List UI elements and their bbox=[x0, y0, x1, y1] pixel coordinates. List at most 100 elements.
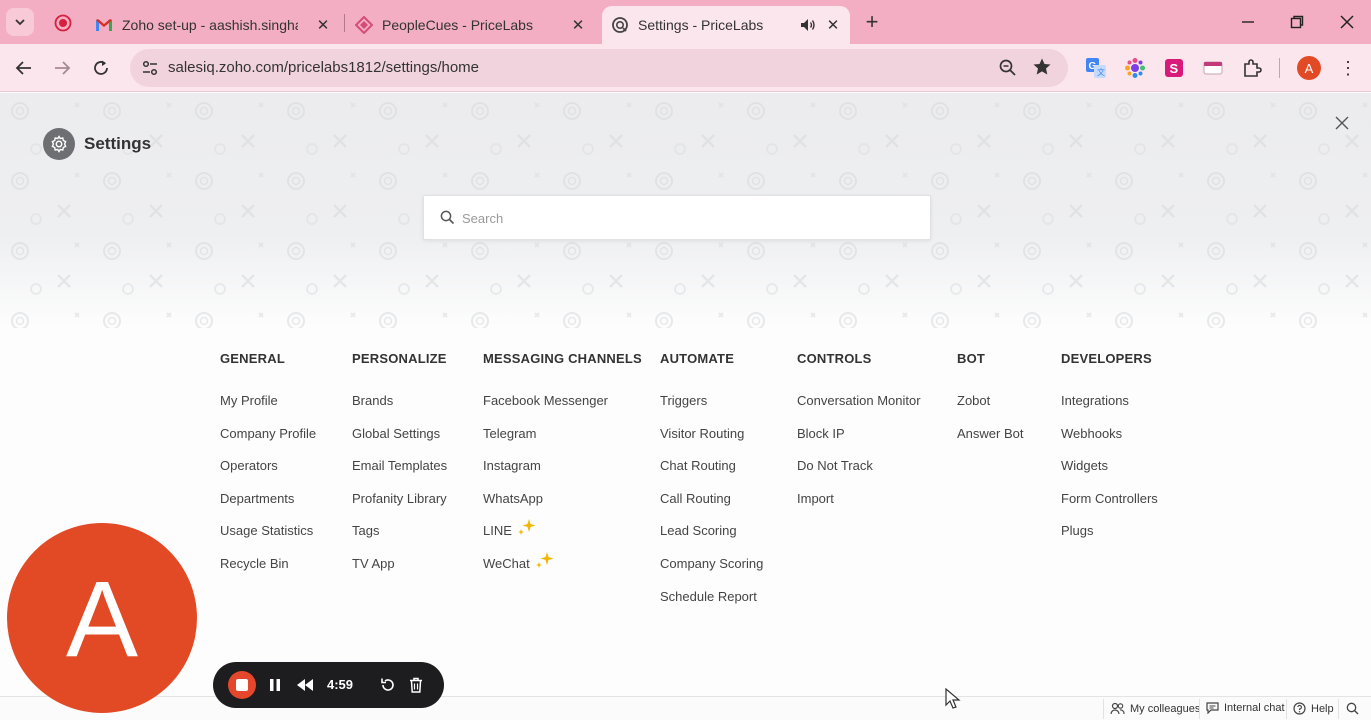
footer-separator bbox=[1199, 699, 1200, 719]
link-recycle-bin[interactable]: Recycle Bin bbox=[220, 556, 316, 589]
link-tags[interactable]: Tags bbox=[352, 523, 447, 556]
link-widgets[interactable]: Widgets bbox=[1061, 458, 1158, 491]
window-close-icon[interactable] bbox=[1335, 10, 1359, 34]
gmail-icon bbox=[94, 15, 114, 35]
link-do-not-track[interactable]: Do Not Track bbox=[797, 458, 921, 491]
link-answer-bot[interactable]: Answer Bot bbox=[957, 426, 1023, 459]
link-email-templates[interactable]: Email Templates bbox=[352, 458, 447, 491]
trash-icon[interactable] bbox=[405, 674, 427, 696]
gear-icon bbox=[43, 128, 75, 160]
bookmark-star-icon[interactable] bbox=[1032, 57, 1052, 82]
svg-text:文: 文 bbox=[1097, 67, 1105, 77]
link-visitor-routing[interactable]: Visitor Routing bbox=[660, 426, 763, 459]
browser-tab-bar: Zoho set-up - aashish.singhal@ ✕ PeopleC… bbox=[0, 0, 1371, 44]
tab-zoho-setup[interactable]: Zoho set-up - aashish.singhal@ ✕ bbox=[94, 6, 340, 44]
link-tv-app[interactable]: TV App bbox=[352, 556, 447, 589]
salesiq-icon bbox=[610, 15, 630, 35]
speaker-icon[interactable] bbox=[798, 15, 818, 35]
link-form-controllers[interactable]: Form Controllers bbox=[1061, 491, 1158, 524]
ticket-extension-icon[interactable] bbox=[1201, 56, 1225, 80]
ai-extension-icon[interactable] bbox=[1123, 56, 1147, 80]
link-profanity-library[interactable]: Profanity Library bbox=[352, 491, 447, 524]
link-block-ip[interactable]: Block IP bbox=[797, 426, 921, 459]
webcam-avatar: A bbox=[7, 523, 197, 713]
link-import[interactable]: Import bbox=[797, 491, 921, 524]
recording-timer: 4:59 bbox=[327, 677, 354, 692]
tab-separator bbox=[344, 14, 345, 32]
translate-extension-icon[interactable]: G文 bbox=[1084, 56, 1108, 80]
rewind-icon[interactable] bbox=[294, 674, 316, 696]
link-company-profile[interactable]: Company Profile bbox=[220, 426, 316, 459]
stop-icon bbox=[236, 679, 248, 691]
stop-recording-button[interactable] bbox=[228, 671, 256, 699]
column-bot: BOT Zobot Answer Bot bbox=[957, 351, 1023, 458]
tab-close-icon[interactable]: ✕ bbox=[313, 15, 333, 35]
footer-separator bbox=[1286, 699, 1287, 719]
link-triggers[interactable]: Triggers bbox=[660, 393, 763, 426]
search-input[interactable] bbox=[462, 207, 902, 229]
sparkle-new-icon bbox=[517, 519, 536, 536]
zoom-magnifier-icon[interactable] bbox=[998, 58, 1018, 83]
link-operators[interactable]: Operators bbox=[220, 458, 316, 491]
link-lead-scoring[interactable]: Lead Scoring bbox=[660, 523, 763, 556]
link-schedule-report[interactable]: Schedule Report bbox=[660, 589, 763, 622]
tab-close-icon[interactable]: ✕ bbox=[823, 15, 843, 35]
footer-separator bbox=[1338, 699, 1339, 719]
browser-menu-icon[interactable]: ⋮ bbox=[1338, 56, 1358, 80]
link-line[interactable]: LINE bbox=[483, 519, 642, 556]
s-extension-icon[interactable]: S bbox=[1162, 56, 1186, 80]
column-heading: AUTOMATE bbox=[660, 351, 735, 366]
link-plugs[interactable]: Plugs bbox=[1061, 523, 1158, 556]
tab-search-dropdown[interactable] bbox=[6, 8, 34, 36]
link-departments[interactable]: Departments bbox=[220, 491, 316, 524]
pause-icon[interactable] bbox=[264, 674, 286, 696]
link-facebook-messenger[interactable]: Facebook Messenger bbox=[483, 393, 642, 426]
tab-close-icon[interactable]: ✕ bbox=[568, 15, 588, 35]
browser-toolbar: salesiq.zoho.com/pricelabs1812/settings/… bbox=[0, 44, 1371, 92]
column-messaging-channels: MESSAGING CHANNELS Facebook Messenger Te… bbox=[483, 351, 642, 589]
link-label: LINE bbox=[483, 523, 512, 539]
extensions-puzzle-icon[interactable] bbox=[1240, 56, 1264, 80]
link-conversation-monitor[interactable]: Conversation Monitor bbox=[797, 393, 921, 426]
tab-title: Zoho set-up - aashish.singhal@ bbox=[122, 17, 298, 33]
new-tab-plus-icon[interactable]: + bbox=[860, 9, 884, 34]
link-my-profile[interactable]: My Profile bbox=[220, 393, 316, 426]
link-chat-routing[interactable]: Chat Routing bbox=[660, 458, 763, 491]
back-arrow-icon[interactable] bbox=[10, 54, 38, 82]
link-telegram[interactable]: Telegram bbox=[483, 426, 642, 459]
address-bar[interactable]: salesiq.zoho.com/pricelabs1812/settings/… bbox=[130, 49, 1068, 87]
link-wechat[interactable]: WeChat bbox=[483, 551, 642, 589]
link-whatsapp[interactable]: WhatsApp bbox=[483, 491, 642, 524]
link-company-scoring[interactable]: Company Scoring bbox=[660, 556, 763, 589]
help-button[interactable]: Help bbox=[1293, 702, 1334, 715]
settings-search[interactable] bbox=[423, 195, 931, 240]
link-call-routing[interactable]: Call Routing bbox=[660, 491, 763, 524]
link-global-settings[interactable]: Global Settings bbox=[352, 426, 447, 459]
close-settings-icon[interactable] bbox=[1331, 112, 1353, 134]
internal-chat-button[interactable]: Internal chat bbox=[1206, 702, 1285, 714]
restart-icon[interactable] bbox=[377, 674, 399, 696]
link-brands[interactable]: Brands bbox=[352, 393, 447, 426]
link-instagram[interactable]: Instagram bbox=[483, 458, 642, 491]
reload-icon[interactable] bbox=[87, 54, 115, 82]
tab-settings-pricelabs[interactable]: Settings - PriceLabs ✕ bbox=[602, 6, 850, 44]
tab-peoplecues[interactable]: PeopleCues - PriceLabs ✕ bbox=[354, 6, 598, 44]
footer-search-button[interactable] bbox=[1346, 702, 1364, 715]
my-colleagues-button[interactable]: My colleagues bbox=[1110, 702, 1200, 715]
link-zobot[interactable]: Zobot bbox=[957, 393, 1023, 426]
link-integrations[interactable]: Integrations bbox=[1061, 393, 1158, 426]
site-info-icon[interactable] bbox=[138, 56, 162, 80]
search-icon bbox=[1346, 702, 1359, 715]
toolbar-separator bbox=[1279, 58, 1280, 78]
minimize-icon[interactable] bbox=[1236, 10, 1260, 34]
colleagues-icon bbox=[1110, 702, 1125, 715]
restore-icon[interactable] bbox=[1285, 10, 1309, 34]
profile-avatar[interactable]: A bbox=[1297, 56, 1321, 80]
link-webhooks[interactable]: Webhooks bbox=[1061, 426, 1158, 459]
forward-arrow-icon[interactable] bbox=[48, 54, 76, 82]
column-heading: PERSONALIZE bbox=[352, 351, 447, 366]
link-usage-statistics[interactable]: Usage Statistics bbox=[220, 523, 316, 556]
help-icon bbox=[1293, 702, 1306, 715]
column-personalize: PERSONALIZE Brands Global Settings Email… bbox=[352, 351, 447, 589]
page-title: Settings bbox=[84, 134, 152, 153]
